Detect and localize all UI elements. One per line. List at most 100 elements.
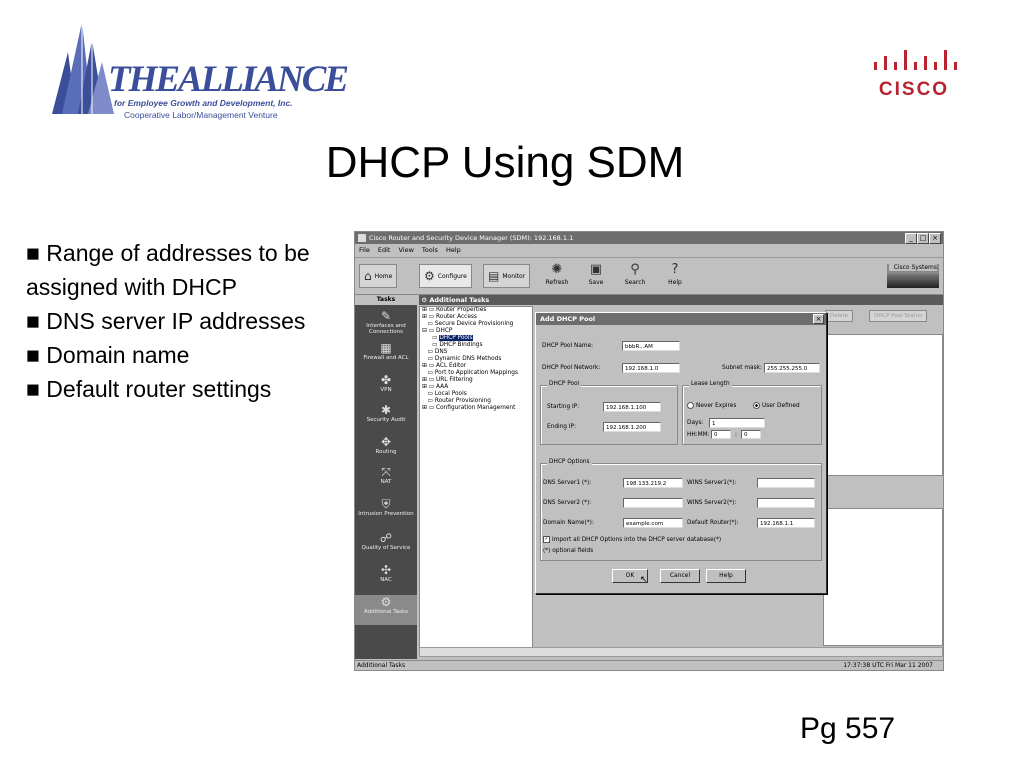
nat-icon: ⤧	[381, 465, 391, 479]
additional-tasks-header: ⚙ Additional Tasks	[419, 295, 943, 305]
monitor-icon: ▤	[488, 268, 500, 283]
radio-icon	[687, 402, 694, 409]
tree-item-secure-device-provisioning[interactable]: ▭ Secure Device Provisioning	[420, 321, 532, 328]
task-nac[interactable]: ✣ NAC	[355, 563, 417, 583]
search-button[interactable]: ⚲ Search	[623, 262, 647, 290]
minimize-button[interactable]: _	[905, 233, 917, 244]
task-vpn[interactable]: ✤ VPN	[355, 373, 417, 393]
checkbox-checked-icon: ✓	[543, 536, 550, 543]
tree-item-url-filtering[interactable]: ⊞ ▭ URL Filtering	[420, 377, 532, 384]
dhcp-pool-status-button[interactable]: DHCP Pool Status	[869, 310, 927, 322]
bullet-item: ■ DNS server IP addresses	[26, 308, 306, 334]
default-router-field[interactable]: 192.168.1.1	[757, 518, 815, 528]
task-qos[interactable]: ☍ Quality of Service	[355, 531, 417, 551]
tree-item-acl-editor[interactable]: ⊞ ▭ ACL Editor	[420, 363, 532, 370]
status-time: 17:37:38 UTC Fri Mar 11 2007	[843, 662, 933, 669]
task-security-audit[interactable]: ✱ Security Audit	[355, 403, 417, 423]
close-button[interactable]: ×	[929, 233, 941, 244]
cancel-button[interactable]: Cancel	[660, 569, 700, 583]
pool-details	[823, 508, 943, 646]
dns2-label: DNS Server2 (*):	[543, 500, 592, 506]
tree-item-dns[interactable]: ▭ DNS	[420, 349, 532, 356]
maximize-button[interactable]: □	[917, 233, 929, 244]
tree-item-configuration-management[interactable]: ⊞ ▭ Configuration Management	[420, 405, 532, 412]
days-field[interactable]: 1	[709, 418, 765, 428]
dns2-field[interactable]	[623, 498, 683, 508]
task-intrusion-prevention[interactable]: ⛨ Intrusion Prevention	[355, 497, 417, 517]
help-button[interactable]: ? Help	[665, 262, 685, 290]
pool-network-label: DHCP Pool Network:	[542, 365, 601, 371]
tree-item-router-provisioning[interactable]: ▭ Router Provisioning	[420, 398, 532, 405]
wins2-label: WINS Server2(*):	[687, 500, 737, 506]
save-button[interactable]: ▣ Save	[585, 262, 607, 290]
tree-item-router-properties[interactable]: ⊞ ▭ Router Properties	[420, 307, 532, 314]
minutes-field[interactable]: 0	[741, 430, 761, 439]
dns1-field[interactable]: 198.133.219.2	[623, 478, 683, 488]
starting-ip-label: Starting IP:	[547, 404, 580, 410]
pool-name-field[interactable]: bbbR...AM	[622, 341, 680, 351]
task-nat[interactable]: ⤧ NAT	[355, 465, 417, 485]
refresh-icon: ✺	[551, 262, 563, 277]
menu-view[interactable]: View	[394, 244, 417, 257]
domain-name-label: Domain Name(*):	[543, 520, 594, 526]
dhcp-options-group: DHCP Options DNS Server1 (*): 198.133.21…	[540, 459, 822, 561]
bullet-item: ■ Default router settings	[26, 376, 272, 402]
task-interfaces[interactable]: ✎ Interfaces and Connections	[355, 309, 417, 335]
wins1-field[interactable]	[757, 478, 815, 488]
security-audit-icon: ✱	[380, 403, 392, 417]
never-expires-radio[interactable]: Never Expires	[687, 402, 736, 409]
menu-help[interactable]: Help	[442, 244, 465, 257]
bullet-item: ■ Domain name	[26, 342, 190, 368]
hours-field[interactable]: 0	[711, 430, 731, 439]
tree-item-local-pools[interactable]: ▭ Local Pools	[420, 391, 532, 398]
days-label: Days:	[687, 420, 704, 426]
menu-bar: File Edit View Tools Help	[355, 244, 943, 258]
task-routing[interactable]: ✥ Routing	[355, 435, 417, 455]
ending-ip-field[interactable]: 192.168.1.200	[603, 422, 661, 432]
monitor-button[interactable]: ▤ Monitor	[483, 264, 531, 288]
routing-icon: ✥	[380, 435, 392, 449]
mouse-cursor-icon: ↖	[640, 575, 648, 585]
delete-button[interactable]: Delete	[825, 310, 854, 322]
home-icon: ⌂	[364, 268, 372, 283]
user-defined-radio[interactable]: User Defined	[753, 402, 800, 409]
domain-name-field[interactable]: example.com	[623, 518, 683, 528]
interfaces-icon: ✎	[380, 309, 392, 323]
tree-item-dynamic-dns[interactable]: ▭ Dynamic DNS Methods	[420, 356, 532, 363]
subnet-mask-field[interactable]: 255.255.255.0	[764, 363, 820, 373]
tree-item-port-mappings[interactable]: ▭ Port to Application Mappings	[420, 370, 532, 377]
radio-selected-icon	[753, 402, 760, 409]
toolbar: ⌂ Home ⚙ Configure ▤ Monitor ✺ Refresh ▣ Save…	[355, 258, 943, 295]
pool-name-label: DHCP Pool Name:	[542, 343, 594, 349]
tree-item-dhcp-bindings[interactable]: ▭ DHCP Bindings	[420, 342, 532, 349]
alliance-name: THEALLIANCE	[108, 59, 349, 100]
starting-ip-field[interactable]: 192.168.1.100	[603, 402, 661, 412]
dialog-close-button[interactable]: ×	[813, 314, 824, 324]
horizontal-scrollbar[interactable]	[419, 647, 943, 657]
task-additional[interactable]: ⚙ Additional Tasks	[355, 595, 417, 625]
menu-tools[interactable]: Tools	[418, 244, 442, 257]
status-bar: Additional Tasks 17:37:38 UTC Fri Mar 11…	[355, 660, 943, 670]
pool-network-field[interactable]: 192.168.1.0	[622, 363, 680, 373]
cisco-bars-icon	[874, 50, 957, 70]
menu-file[interactable]: File	[355, 244, 374, 257]
tree-item-router-access[interactable]: ⊞ ▭ Router Access	[420, 314, 532, 321]
wins2-field[interactable]	[757, 498, 815, 508]
additional-tasks-icon: ⚙	[419, 296, 430, 304]
refresh-button[interactable]: ✺ Refresh	[545, 262, 569, 290]
import-options-checkbox[interactable]: ✓ Import all DHCP Options into the DHCP s…	[543, 536, 721, 543]
menu-edit[interactable]: Edit	[374, 244, 395, 257]
tree-item-aaa[interactable]: ⊞ ▭ AAA	[420, 384, 532, 391]
task-firewall[interactable]: ▦ Firewall and ACL	[355, 341, 417, 361]
firewall-icon: ▦	[380, 341, 392, 355]
intrusion-prevention-icon: ⛨	[381, 497, 391, 511]
configure-button[interactable]: ⚙ Configure	[419, 264, 472, 288]
tree-item-dhcp[interactable]: ⊟ ▭ DHCP	[420, 328, 532, 335]
help-dialog-button[interactable]: Help	[706, 569, 746, 583]
vpn-icon: ✤	[380, 373, 392, 387]
dialog-title: Add DHCP Pool	[540, 315, 596, 323]
tree-item-dhcp-pools[interactable]: ▭ DHCP Pools	[420, 335, 532, 342]
configure-icon: ⚙	[424, 268, 435, 283]
home-button[interactable]: ⌂ Home	[359, 264, 398, 288]
slide-title: DHCP Using SDM	[325, 138, 685, 187]
